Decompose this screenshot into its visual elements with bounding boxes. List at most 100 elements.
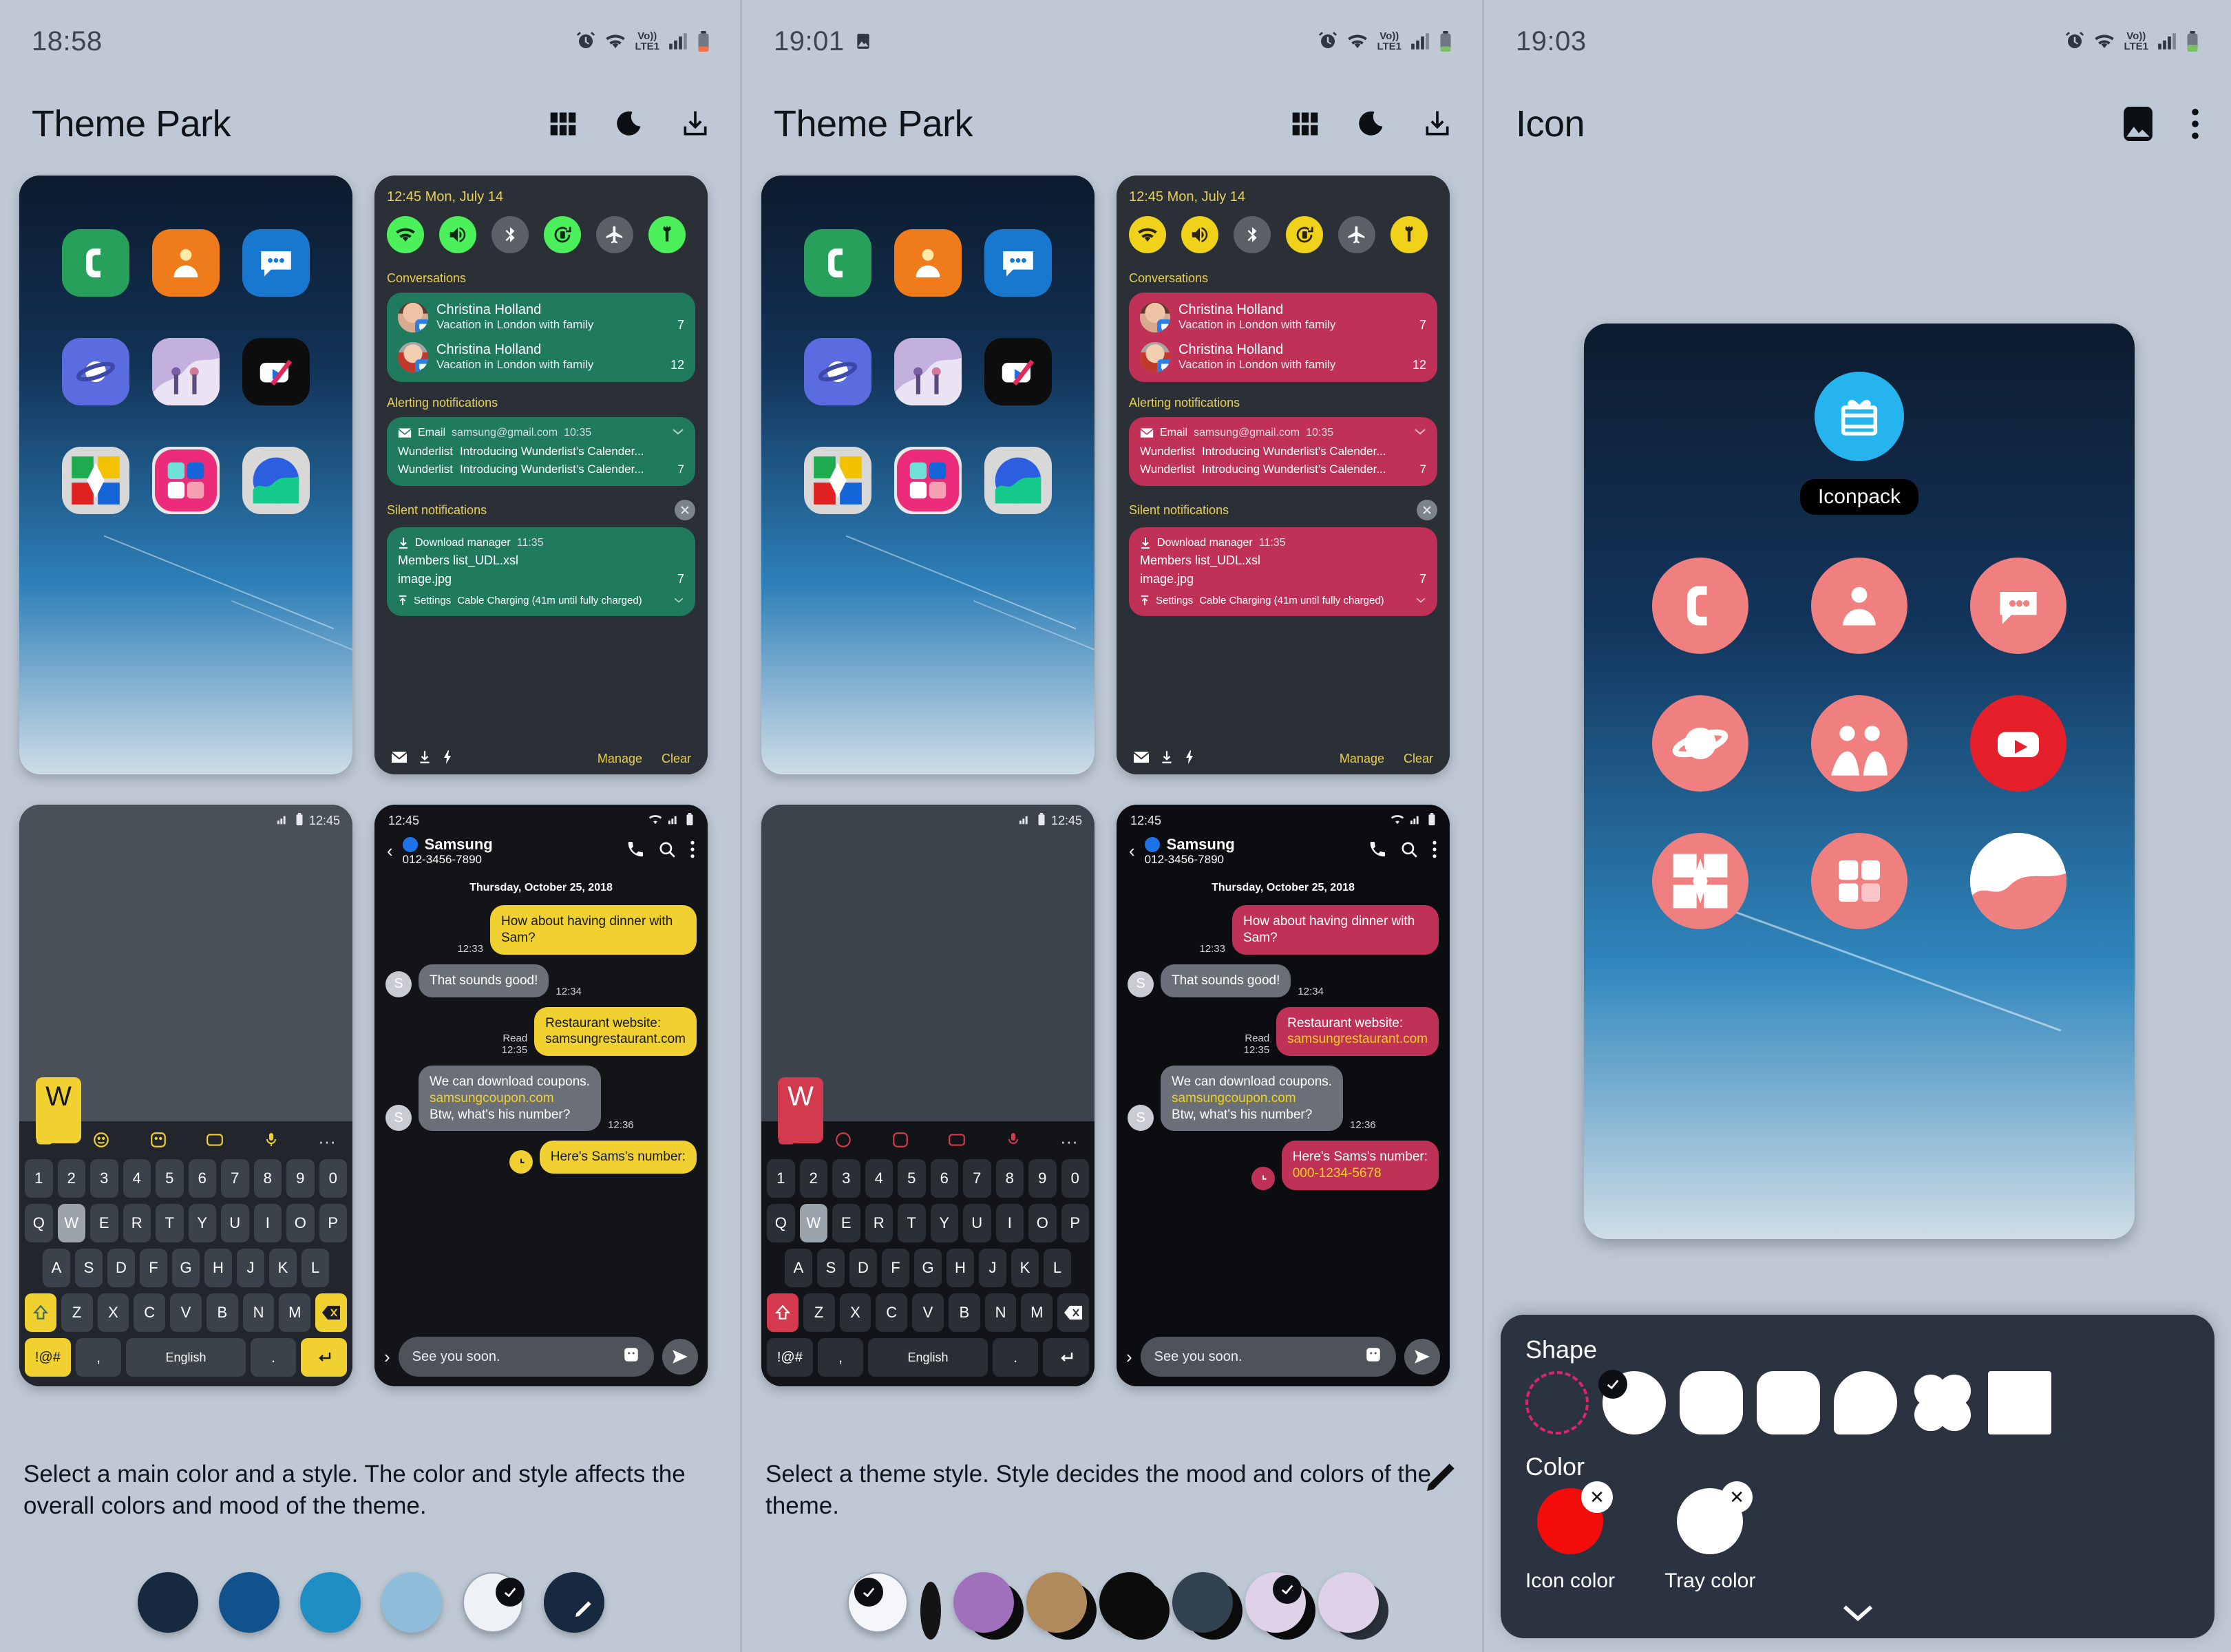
key-i[interactable]: I <box>995 1204 1024 1242</box>
sticker-icon[interactable] <box>149 1131 167 1152</box>
video-icon-ball[interactable] <box>1969 695 2066 792</box>
swatch-tan-style[interactable] <box>1026 1572 1097 1640</box>
messages-icon-ball[interactable] <box>1969 558 2066 654</box>
message-link[interactable]: samsungrestaurant.com <box>1287 1032 1428 1046</box>
sticker-icon[interactable] <box>891 1131 909 1152</box>
key-y[interactable]: Y <box>188 1204 216 1242</box>
icon-color-swatch[interactable]: ✕ <box>1537 1481 1614 1554</box>
chevron-down-icon[interactable] <box>1414 427 1426 439</box>
message-link[interactable]: samsungcoupon.com <box>1172 1091 1296 1105</box>
overflow-menu-icon[interactable]: ··· <box>1060 1132 1078 1150</box>
key-b[interactable]: B <box>206 1293 238 1332</box>
send-button[interactable] <box>662 1339 698 1375</box>
chevron-down-icon[interactable] <box>673 595 684 606</box>
key-a[interactable]: A <box>785 1249 812 1287</box>
conversations-card[interactable]: Christina Holland Vacation in London wit… <box>387 293 695 382</box>
sticker-icon[interactable] <box>622 1346 640 1368</box>
internet-icon-ball[interactable] <box>1652 695 1749 792</box>
key-y[interactable]: Y <box>930 1204 958 1242</box>
key-k[interactable]: K <box>1011 1249 1039 1287</box>
key-x[interactable]: X <box>839 1293 871 1332</box>
backspace-key[interactable] <box>1057 1293 1090 1332</box>
key-o[interactable]: O <box>1028 1204 1057 1242</box>
key-1[interactable]: 1 <box>767 1159 795 1198</box>
clear-button[interactable]: Clear <box>1404 752 1433 766</box>
key-e[interactable]: E <box>832 1204 860 1242</box>
airplane-toggle[interactable] <box>596 216 633 253</box>
key-e[interactable]: E <box>90 1204 118 1242</box>
emoji-icon[interactable] <box>92 1131 110 1152</box>
grid-icon[interactable] <box>1290 109 1320 139</box>
key-9[interactable]: 9 <box>1028 1159 1057 1198</box>
message-input[interactable]: See you soon. <box>1140 1337 1396 1377</box>
key-w[interactable]: W <box>799 1204 827 1242</box>
key-9[interactable]: 9 <box>286 1159 315 1198</box>
chevron-down-icon[interactable] <box>1525 1602 2190 1623</box>
key-w[interactable]: W <box>57 1204 85 1242</box>
key-2[interactable]: 2 <box>799 1159 827 1198</box>
keyboard-preview[interactable]: 12:45 ··· W 1 2 3 4 5 6 7 8 9 0 Q W E R … <box>19 805 352 1386</box>
shape-custom-dashed[interactable] <box>1525 1371 1589 1434</box>
wifi-toggle[interactable] <box>387 216 424 253</box>
shift-key[interactable] <box>766 1293 799 1332</box>
gallery-icon-ball[interactable] <box>1810 695 1907 792</box>
key-8[interactable]: 8 <box>995 1159 1024 1198</box>
shape-square[interactable] <box>1988 1371 2051 1434</box>
microphone-icon[interactable] <box>263 1131 279 1152</box>
key-g[interactable]: G <box>172 1249 200 1287</box>
key-u[interactable]: U <box>221 1204 249 1242</box>
key-5[interactable]: 5 <box>898 1159 926 1198</box>
key-t[interactable]: T <box>898 1204 926 1242</box>
flashlight-toggle[interactable] <box>648 216 686 253</box>
key-h[interactable]: H <box>204 1249 232 1287</box>
keyboard-preview[interactable]: 12:45 ··· W 1 2 3 4 5 6 7 8 9 0 Q W E R … <box>761 805 1095 1386</box>
overflow-menu-icon[interactable] <box>2191 108 2199 140</box>
key-g[interactable]: G <box>914 1249 942 1287</box>
symbols-key[interactable]: !@# <box>767 1338 813 1377</box>
swatch-navy[interactable] <box>138 1572 198 1633</box>
key-3[interactable]: 3 <box>90 1159 118 1198</box>
message-link[interactable]: samsungcoupon.com <box>430 1091 554 1105</box>
swatch-custom[interactable] <box>544 1572 604 1633</box>
key-d[interactable]: D <box>849 1249 877 1287</box>
silent-card[interactable]: Download manager 11:35 Members list_UDL.… <box>387 527 695 616</box>
download-icon[interactable] <box>1422 109 1452 139</box>
home-screen-preview[interactable] <box>19 176 352 774</box>
manage-button[interactable]: Manage <box>598 752 642 766</box>
key-4[interactable]: 4 <box>123 1159 151 1198</box>
overflow-menu-icon[interactable] <box>1432 840 1437 862</box>
gif-icon[interactable] <box>206 1131 224 1152</box>
close-icon[interactable]: ✕ <box>1721 1481 1753 1513</box>
notification-panel-preview[interactable]: 12:45 Mon, July 14 Conversations Christi… <box>374 176 708 774</box>
key-5[interactable]: 5 <box>156 1159 184 1198</box>
microphone-icon[interactable] <box>1005 1131 1022 1152</box>
swatch-white[interactable] <box>463 1572 525 1633</box>
contacts-icon-ball[interactable] <box>1810 558 1907 654</box>
clear-button[interactable]: Clear <box>662 752 691 766</box>
bluetooth-toggle[interactable] <box>491 216 529 253</box>
key-q[interactable]: Q <box>767 1204 795 1242</box>
space-key[interactable]: English <box>868 1338 988 1377</box>
swatch-light-blue[interactable] <box>300 1572 361 1633</box>
airplane-toggle[interactable] <box>1338 216 1375 253</box>
ludo-icon-ball[interactable] <box>1652 833 1749 929</box>
expand-icon[interactable]: › <box>1126 1346 1132 1368</box>
key-m[interactable]: M <box>279 1293 311 1332</box>
key-2[interactable]: 2 <box>57 1159 85 1198</box>
icon-preview-screen[interactable]: Iconpack <box>1584 324 2135 1239</box>
key-7[interactable]: 7 <box>963 1159 991 1198</box>
gif-icon[interactable] <box>948 1131 966 1152</box>
sticker-icon[interactable] <box>1364 1346 1382 1368</box>
key-f[interactable]: F <box>882 1249 909 1287</box>
key-a[interactable]: A <box>43 1249 70 1287</box>
key-0[interactable]: 0 <box>319 1159 347 1198</box>
key-h[interactable]: H <box>947 1249 974 1287</box>
key-6[interactable]: 6 <box>930 1159 958 1198</box>
swatch-slate-style[interactable] <box>1172 1572 1243 1640</box>
grid-icon[interactable] <box>548 109 578 139</box>
key-0[interactable]: 0 <box>1061 1159 1089 1198</box>
key-p[interactable]: P <box>319 1204 347 1242</box>
key-b[interactable]: B <box>948 1293 980 1332</box>
chat-preview[interactable]: 12:45 ‹ Samsung 012-3456-7890 Thursday, … <box>1117 805 1450 1386</box>
call-icon[interactable] <box>1368 840 1386 862</box>
